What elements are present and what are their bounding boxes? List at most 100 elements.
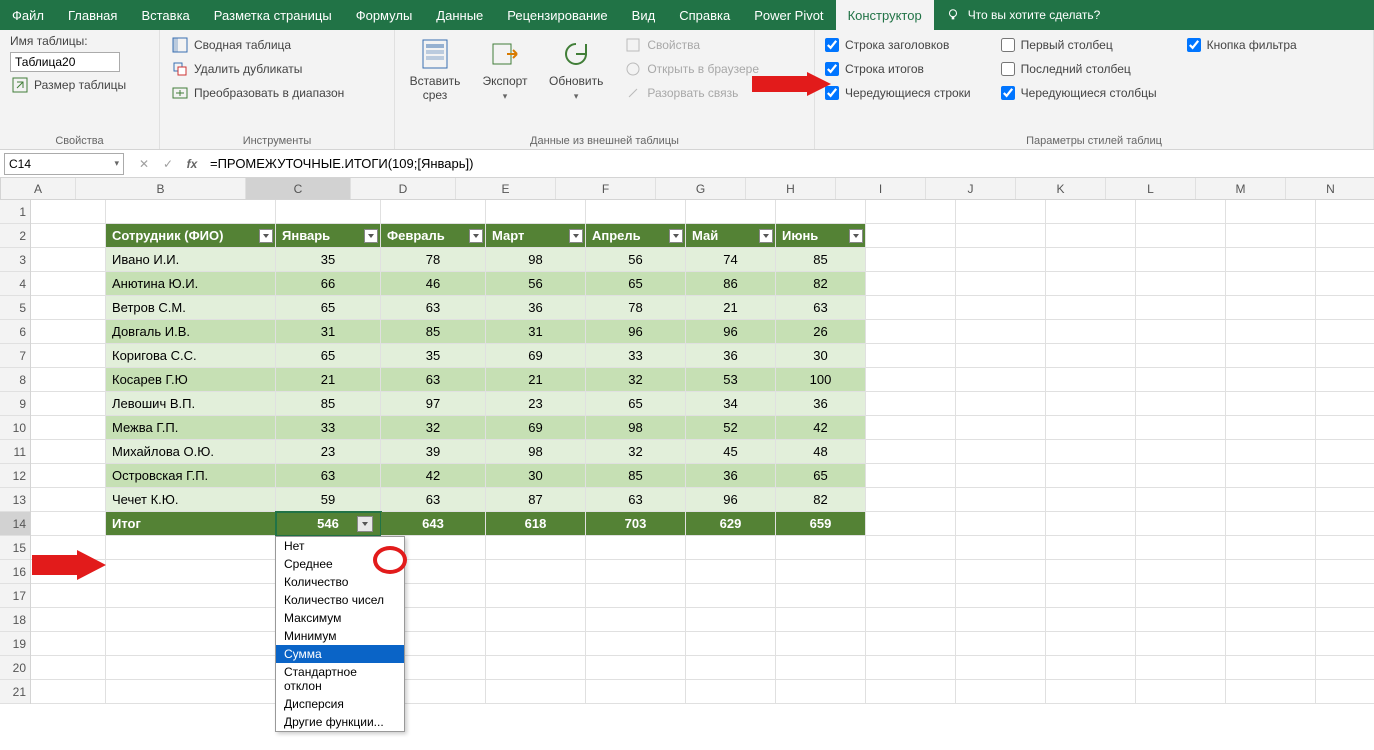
- empty-cell[interactable]: [956, 656, 1046, 680]
- table-cell[interactable]: 42: [381, 464, 486, 488]
- empty-cell[interactable]: [31, 680, 106, 704]
- empty-cell[interactable]: [31, 584, 106, 608]
- empty-cell[interactable]: [776, 680, 866, 704]
- row-header-12[interactable]: 12: [0, 464, 30, 488]
- empty-cell[interactable]: [486, 536, 586, 560]
- table-cell[interactable]: 56: [486, 272, 586, 296]
- empty-cell[interactable]: [106, 584, 276, 608]
- tab-Power Pivot[interactable]: Power Pivot: [742, 0, 835, 30]
- empty-cell[interactable]: [1316, 392, 1374, 416]
- table-cell[interactable]: Анютина Ю.И.: [106, 272, 276, 296]
- tab-Вставка[interactable]: Вставка: [129, 0, 201, 30]
- empty-cell[interactable]: [1226, 632, 1316, 656]
- row-header-1[interactable]: 1: [0, 200, 30, 224]
- col-header-A[interactable]: A: [1, 178, 76, 199]
- empty-cell[interactable]: [106, 560, 276, 584]
- empty-cell[interactable]: [276, 200, 381, 224]
- empty-cell[interactable]: [956, 440, 1046, 464]
- empty-cell[interactable]: [866, 632, 956, 656]
- row-header-16[interactable]: 16: [0, 560, 30, 584]
- empty-cell[interactable]: [866, 224, 956, 248]
- empty-cell[interactable]: [31, 320, 106, 344]
- empty-cell[interactable]: [1136, 632, 1226, 656]
- empty-cell[interactable]: [486, 680, 586, 704]
- table-cell[interactable]: Ивано И.И.: [106, 248, 276, 272]
- row-header-18[interactable]: 18: [0, 608, 30, 632]
- empty-cell[interactable]: [956, 368, 1046, 392]
- tab-Данные[interactable]: Данные: [424, 0, 495, 30]
- total-value[interactable]: 629: [686, 512, 776, 536]
- empty-cell[interactable]: [1316, 464, 1374, 488]
- empty-cell[interactable]: [1136, 416, 1226, 440]
- empty-cell[interactable]: [586, 608, 686, 632]
- empty-cell[interactable]: [866, 584, 956, 608]
- empty-cell[interactable]: [1046, 680, 1136, 704]
- empty-cell[interactable]: [1136, 536, 1226, 560]
- empty-cell[interactable]: [866, 416, 956, 440]
- empty-cell[interactable]: [686, 632, 776, 656]
- row-header-3[interactable]: 3: [0, 248, 30, 272]
- dropdown-item-Минимум[interactable]: Минимум: [276, 627, 404, 645]
- empty-cell[interactable]: [1316, 224, 1374, 248]
- filter-dropdown-icon[interactable]: [759, 229, 773, 243]
- empty-cell[interactable]: [586, 680, 686, 704]
- table-cell[interactable]: 56: [586, 248, 686, 272]
- empty-cell[interactable]: [586, 584, 686, 608]
- row-header-20[interactable]: 20: [0, 656, 30, 680]
- empty-cell[interactable]: [1046, 392, 1136, 416]
- empty-cell[interactable]: [31, 632, 106, 656]
- col-header-I[interactable]: I: [836, 178, 926, 199]
- empty-cell[interactable]: [1046, 656, 1136, 680]
- empty-cell[interactable]: [1046, 224, 1136, 248]
- empty-cell[interactable]: [1226, 272, 1316, 296]
- name-box[interactable]: C14 ▾: [4, 153, 124, 175]
- empty-cell[interactable]: [1046, 488, 1136, 512]
- empty-cell[interactable]: [486, 656, 586, 680]
- empty-cell[interactable]: [1136, 200, 1226, 224]
- table-cell[interactable]: 97: [381, 392, 486, 416]
- empty-cell[interactable]: [106, 608, 276, 632]
- empty-cell[interactable]: [1316, 440, 1374, 464]
- empty-cell[interactable]: [866, 272, 956, 296]
- table-cell[interactable]: 65: [586, 272, 686, 296]
- empty-cell[interactable]: [956, 416, 1046, 440]
- empty-cell[interactable]: [1316, 272, 1374, 296]
- table-cell[interactable]: 85: [381, 320, 486, 344]
- check-last-col[interactable]: Последний столбец: [1001, 58, 1157, 80]
- total-value[interactable]: 618: [486, 512, 586, 536]
- table-cell[interactable]: Ветров С.М.: [106, 296, 276, 320]
- empty-cell[interactable]: [1136, 224, 1226, 248]
- empty-cell[interactable]: [866, 488, 956, 512]
- empty-cell[interactable]: [381, 200, 486, 224]
- col-header-C[interactable]: C: [246, 178, 351, 199]
- table-cell[interactable]: 59: [276, 488, 381, 512]
- empty-cell[interactable]: [956, 296, 1046, 320]
- empty-cell[interactable]: [1226, 464, 1316, 488]
- dropdown-item-Сумма[interactable]: Сумма: [276, 645, 404, 663]
- empty-cell[interactable]: [866, 680, 956, 704]
- col-header-M[interactable]: M: [1196, 178, 1286, 199]
- table-cell[interactable]: 63: [776, 296, 866, 320]
- empty-cell[interactable]: [1136, 608, 1226, 632]
- empty-cell[interactable]: [776, 560, 866, 584]
- empty-cell[interactable]: [1226, 680, 1316, 704]
- total-function-dropdown-icon[interactable]: [357, 516, 373, 532]
- empty-cell[interactable]: [106, 200, 276, 224]
- row-header-11[interactable]: 11: [0, 440, 30, 464]
- table-cell[interactable]: 85: [776, 248, 866, 272]
- table-cell[interactable]: 63: [381, 488, 486, 512]
- table-cell[interactable]: 98: [486, 248, 586, 272]
- table-cell[interactable]: 32: [381, 416, 486, 440]
- table-cell[interactable]: 85: [276, 392, 381, 416]
- tab-Вид[interactable]: Вид: [620, 0, 668, 30]
- table-header-Июнь[interactable]: Июнь: [776, 224, 866, 248]
- table-cell[interactable]: 63: [276, 464, 381, 488]
- empty-cell[interactable]: [1226, 608, 1316, 632]
- empty-cell[interactable]: [1316, 680, 1374, 704]
- col-header-J[interactable]: J: [926, 178, 1016, 199]
- empty-cell[interactable]: [686, 200, 776, 224]
- table-cell[interactable]: 33: [586, 344, 686, 368]
- row-header-17[interactable]: 17: [0, 584, 30, 608]
- table-cell[interactable]: 32: [586, 440, 686, 464]
- table-cell[interactable]: 21: [486, 368, 586, 392]
